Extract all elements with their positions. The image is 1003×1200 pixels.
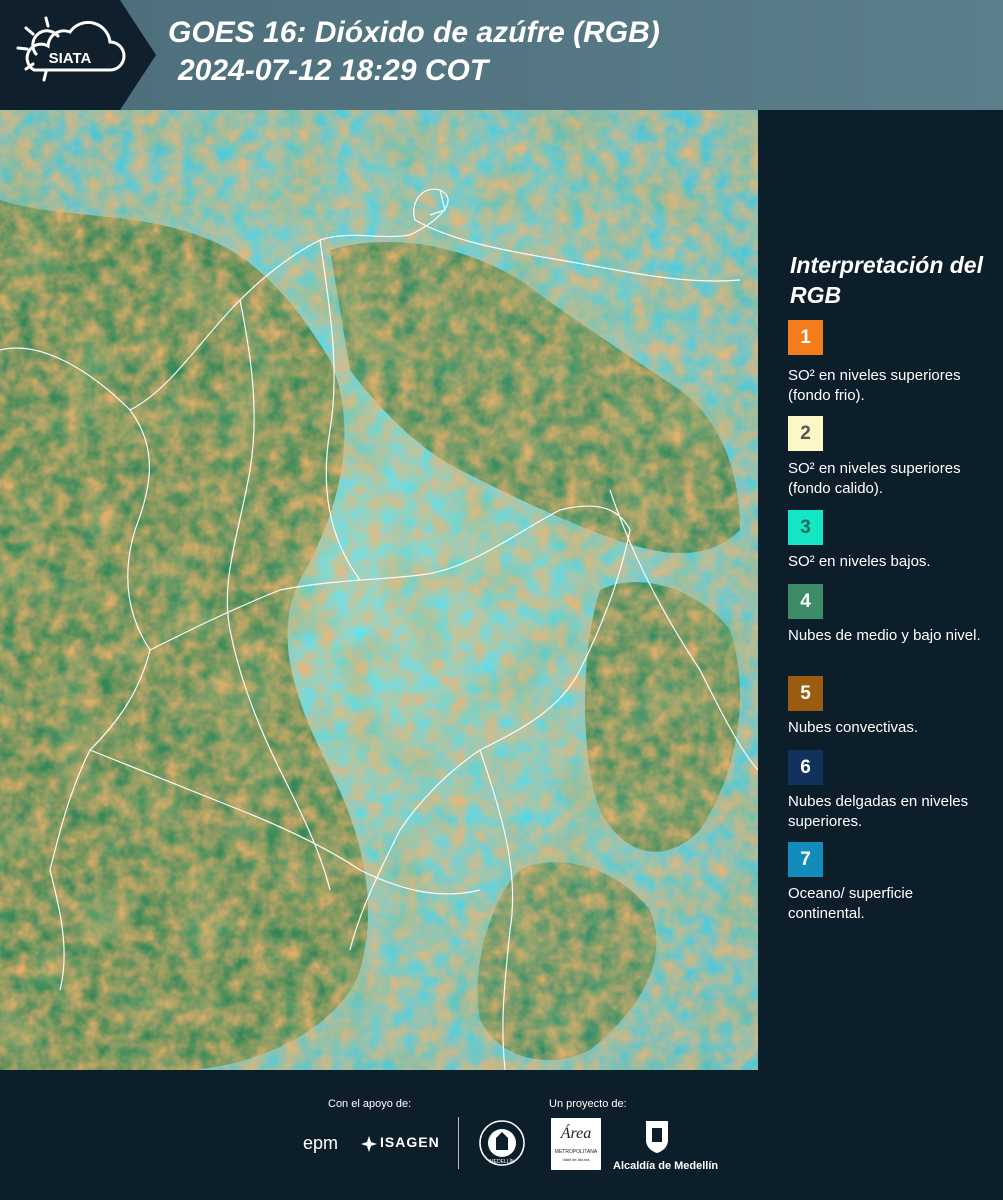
alcaldia-logo-text: Alcaldía de Medellín xyxy=(613,1160,719,1172)
area-text: METROPOLITANA xyxy=(554,1149,598,1155)
legend-swatch-1: 1 xyxy=(788,320,823,355)
satellite-map xyxy=(0,110,758,1070)
siata-logo: SIATA xyxy=(16,16,126,82)
area-subtext: Valle de Aburrá xyxy=(562,1157,590,1162)
legend-swatch-2: 2 xyxy=(788,416,823,451)
medellin-seal-text: MEDELLÍN xyxy=(489,1158,514,1165)
legend-swatch-5: 5 xyxy=(788,676,823,711)
legend-label-1: SO² en niveles superiores (fondo frio). xyxy=(788,367,961,404)
legend-swatch-6: 6 xyxy=(788,750,823,785)
legend-label-2: SO² en niveles superiores (fondo calido)… xyxy=(788,460,961,497)
support-label: Con el apoyo de: xyxy=(328,1098,412,1110)
header: SIATA GOES 16: Dióxido de azúfre (RGB) 2… xyxy=(0,0,1003,110)
area-script-text: Área xyxy=(560,1125,592,1142)
cloud-layer xyxy=(0,110,758,1070)
legend-label-7: Oceano/ superficie continental. xyxy=(788,885,914,922)
epm-logo: epm xyxy=(303,1133,339,1153)
legend-label-3: SO² en niveles bajos. xyxy=(788,553,931,570)
footer-divider xyxy=(458,1117,459,1169)
footer: Con el apoyo de: Un proyecto de: epm ISA… xyxy=(0,1070,1003,1200)
project-label: Un proyecto de: xyxy=(549,1098,627,1110)
legend-swatch-3: 3 xyxy=(788,510,823,545)
area-metropolitana-logo: Área METROPOLITANA Valle de Aburrá xyxy=(551,1118,601,1170)
alcaldia-crest-icon xyxy=(646,1121,668,1153)
siata-logo-text: SIATA xyxy=(49,50,92,67)
legend-title: Interpretación del RGB xyxy=(790,252,983,308)
page-title: GOES 16: Dióxido de azúfre (RGB) xyxy=(168,16,660,49)
legend-label-6: Nubes delgadas en niveles superiores. xyxy=(788,793,969,830)
isagen-star-icon xyxy=(361,1136,377,1152)
legend-swatch-4: 4 xyxy=(788,584,823,619)
page-timestamp: 2024-07-12 18:29 COT xyxy=(178,54,489,87)
satellite-image xyxy=(0,110,758,1070)
legend-swatch-7: 7 xyxy=(788,842,823,877)
isagen-logo: ISAGEN xyxy=(380,1134,440,1150)
medellin-seal: MEDELLÍN xyxy=(479,1120,525,1166)
legend-label-4: Nubes de medio y bajo nivel. xyxy=(788,627,981,644)
legend-label-5: Nubes convectivas. xyxy=(788,719,919,736)
legend-panel: Interpretación del RGB 1 SO² en niveles s… xyxy=(770,110,1003,1070)
